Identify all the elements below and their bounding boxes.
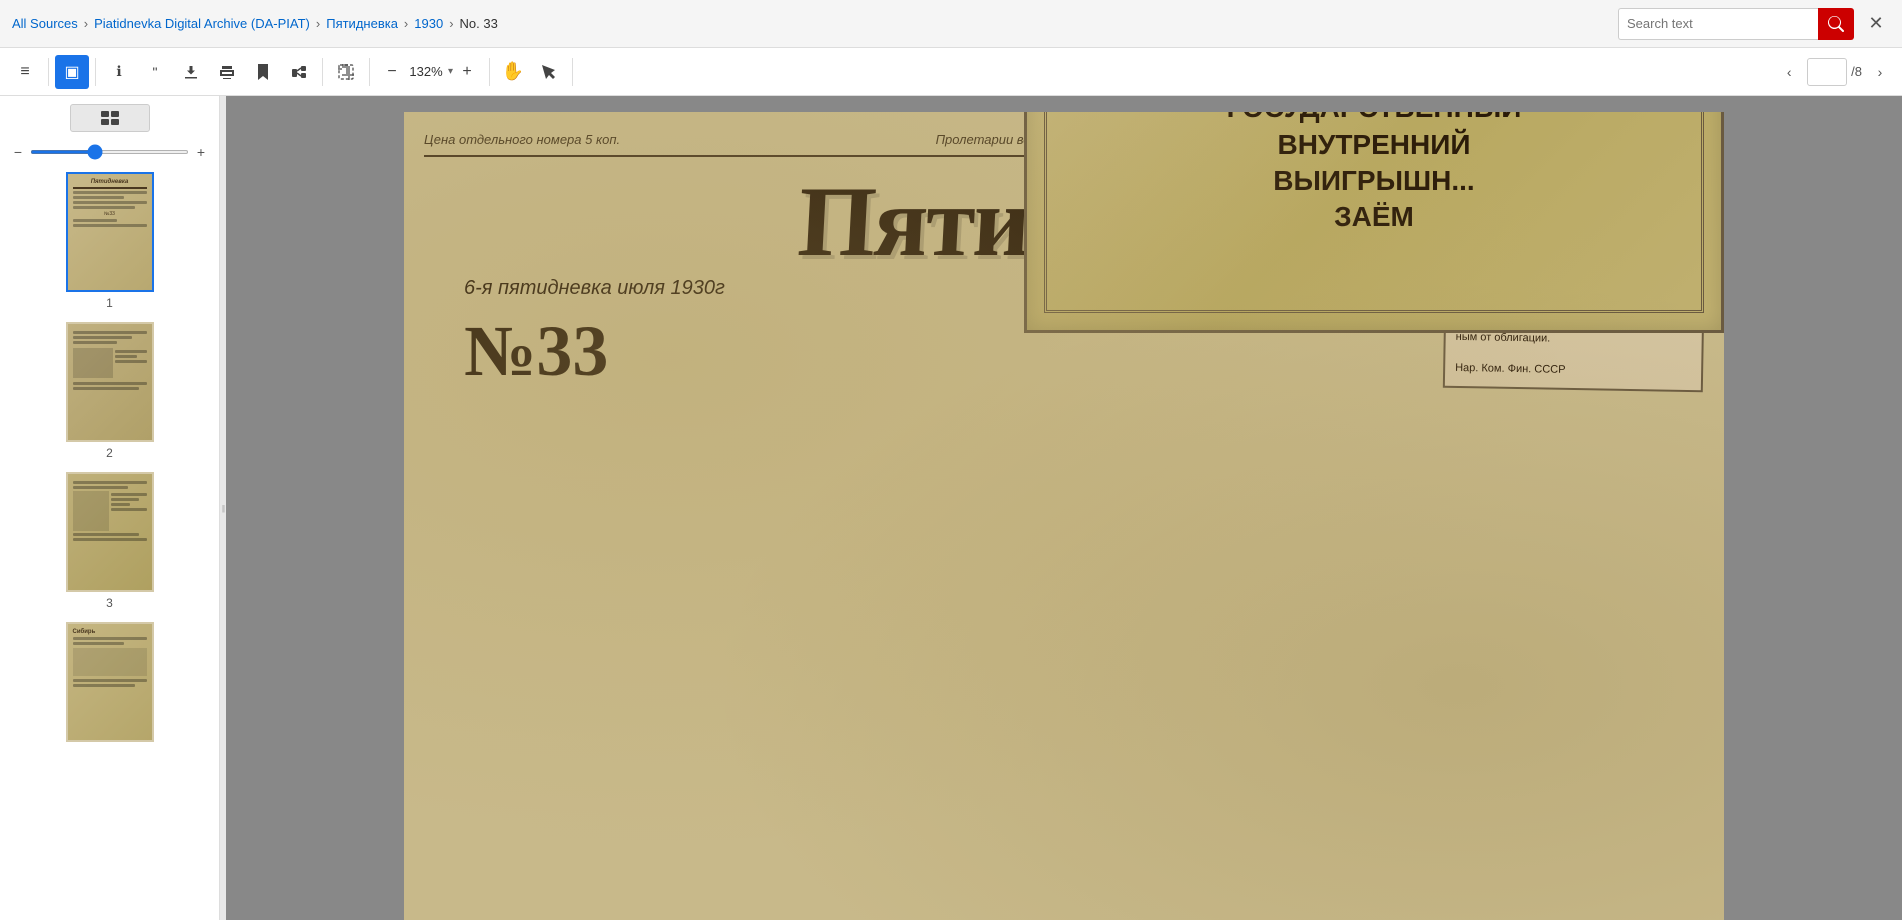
thumb-label-1: 1 <box>106 296 113 310</box>
document-viewer[interactable]: Цена отдельного номера 5 коп. Пролетарии… <box>226 96 1902 920</box>
breadcrumb-archive[interactable]: Piatidnevka Digital Archive (DA-PIAT) <box>94 16 310 31</box>
panel-header <box>0 96 219 140</box>
download-icon <box>183 64 199 80</box>
breadcrumb-no33: No. 33 <box>460 16 498 31</box>
left-panel: − + Пятидневка №33 <box>0 96 220 920</box>
page-total: /8 <box>1851 64 1862 79</box>
toolbar-divider-5 <box>489 58 490 86</box>
thumb-label-2: 2 <box>106 446 113 460</box>
close-button[interactable]: ✕ <box>1862 10 1890 38</box>
grid-view-icon <box>101 111 119 125</box>
page-next-button[interactable]: › <box>1866 58 1894 86</box>
top-nav: All Sources › Piatidnevka Digital Archiv… <box>0 0 1902 48</box>
info-button[interactable]: ℹ <box>102 55 136 89</box>
breadcrumb-sep-1: › <box>84 16 88 31</box>
thumbnail-2[interactable]: 2 <box>8 322 211 460</box>
page-number-input[interactable]: 1 <box>1807 58 1847 86</box>
hand-tool-button[interactable]: ✋ <box>496 55 530 89</box>
toolbar: ≡ ▣ ℹ " − 132% ▾ + <box>0 48 1902 96</box>
zoom-value: 132% <box>406 64 446 79</box>
search-input[interactable] <box>1618 8 1818 40</box>
thumbnail-size-slider[interactable] <box>30 150 189 154</box>
thumbnail-4[interactable]: Сибирь <box>8 622 211 742</box>
panel-toggle-button[interactable]: ▣ <box>55 55 89 89</box>
thumbnail-3[interactable]: 3 <box>8 472 211 610</box>
document-page-1: Цена отдельного номера 5 коп. Пролетарии… <box>404 112 1724 920</box>
crop-button[interactable] <box>329 55 363 89</box>
crop-icon <box>338 64 354 80</box>
menu-button[interactable]: ≡ <box>8 55 42 89</box>
breadcrumb-all-sources[interactable]: All Sources <box>12 16 78 31</box>
breadcrumb-1930[interactable]: 1930 <box>414 16 443 31</box>
print-button[interactable] <box>210 55 244 89</box>
select-tool-button[interactable] <box>532 55 566 89</box>
slider-plus[interactable]: + <box>193 144 209 160</box>
thumb-img-3 <box>66 472 154 592</box>
share-button[interactable] <box>282 55 316 89</box>
zoom-display: − 132% ▾ + <box>376 60 483 84</box>
page-navigation: ‹ 1 /8 › <box>1775 58 1894 86</box>
thumbnail-size-slider-row: − + <box>0 140 219 164</box>
breadcrumb-sep-3: › <box>404 16 408 31</box>
bookmark-icon <box>256 64 270 80</box>
breadcrumb-sep-4: › <box>449 16 453 31</box>
toolbar-divider-2 <box>95 58 96 86</box>
toolbar-divider-6 <box>572 58 573 86</box>
cursor-icon <box>542 65 556 79</box>
slider-minus[interactable]: − <box>10 144 26 160</box>
breadcrumb-sep-2: › <box>316 16 320 31</box>
download-button[interactable] <box>174 55 208 89</box>
print-icon <box>219 64 235 80</box>
share-icon <box>291 64 307 80</box>
zoom-in-button[interactable]: + <box>455 60 479 84</box>
toolbar-divider-3 <box>322 58 323 86</box>
panel-view-button[interactable] <box>70 104 150 132</box>
newspaper-content: Цена отдельного номера 5 коп. Пролетарии… <box>404 112 1724 413</box>
bond-title: ГОСУДАРСТВЕННЫЙВНУТРЕННИЙВЫИГРЫШН...ЗАЁМ <box>1227 112 1522 236</box>
toolbar-divider-4 <box>369 58 370 86</box>
thumb-label-3: 3 <box>106 596 113 610</box>
thumbnails-list: Пятидневка №33 1 <box>0 164 219 750</box>
thumb-img-2 <box>66 322 154 442</box>
bookmark-button[interactable] <box>246 55 280 89</box>
zoom-dropdown-arrow: ▾ <box>448 66 453 77</box>
search-icon <box>1828 16 1844 32</box>
bond-certificate: ГОСУДАРСТВЕННЫЙВНУТРЕННИЙВЫИГРЫШН...ЗАЁМ <box>1024 112 1724 333</box>
price-text: Цена отдельного номера 5 коп. <box>424 132 620 147</box>
thumbnail-1[interactable]: Пятидневка №33 1 <box>8 172 211 310</box>
breadcrumb-pyatidnevka[interactable]: Пятидневка <box>326 16 398 31</box>
toolbar-divider-1 <box>48 58 49 86</box>
zoom-out-button[interactable]: − <box>380 60 404 84</box>
thumb-img-1: Пятидневка №33 <box>66 172 154 292</box>
search-area: ✕ <box>1618 8 1890 40</box>
thumb-img-4: Сибирь <box>66 622 154 742</box>
search-button[interactable] <box>1818 8 1854 40</box>
quote-button[interactable]: " <box>138 55 172 89</box>
main-area: − + Пятидневка №33 <box>0 96 1902 920</box>
page-prev-button[interactable]: ‹ <box>1775 58 1803 86</box>
